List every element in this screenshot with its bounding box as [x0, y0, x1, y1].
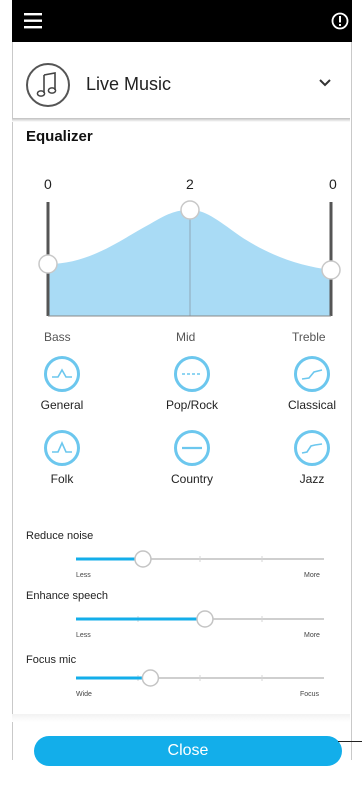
preset-general[interactable]: General	[22, 356, 102, 412]
equalizer-curve[interactable]	[0, 190, 362, 330]
eq-bass-handle	[38, 254, 58, 274]
slider-label-reduce-noise: Reduce noise	[26, 530, 94, 542]
slider-graphic	[76, 610, 324, 628]
preset-label: Folk	[50, 472, 74, 486]
slider-min-label: Less	[76, 572, 91, 579]
footer-shadow	[12, 714, 350, 722]
country-eq-icon	[174, 430, 210, 466]
top-bar	[12, 0, 352, 42]
info-icon[interactable]	[330, 11, 350, 31]
equalizer-title: Equalizer	[26, 128, 93, 145]
footer: Close	[12, 726, 350, 766]
preset-label: Country	[170, 472, 214, 486]
preset-label: Jazz	[299, 472, 325, 486]
slider-graphic	[76, 550, 324, 568]
slider-thumb	[196, 610, 214, 628]
eq-treble-handle	[321, 260, 341, 280]
slider-thumb	[134, 550, 152, 568]
slider-min-label: Wide	[76, 691, 92, 698]
preset-label: General	[40, 398, 84, 412]
band-mid: Mid	[176, 330, 196, 344]
preset-folk[interactable]: Folk	[22, 430, 102, 486]
eq-mid-handle	[180, 200, 200, 220]
slider-max-label: Focus	[300, 691, 320, 698]
music-note-icon	[26, 63, 70, 107]
band-bass: Bass	[44, 330, 71, 344]
enhance-speech-slider[interactable]	[74, 609, 326, 629]
slider-min-label: Less	[76, 632, 91, 639]
band-treble: Treble	[292, 330, 326, 344]
program-title: Live Music	[86, 74, 172, 94]
slider-max-label: More	[304, 632, 320, 639]
focus-mic-slider[interactable]	[74, 668, 326, 688]
preset-country[interactable]: Country	[152, 430, 232, 486]
preset-classical[interactable]: Classical	[272, 356, 352, 412]
classical-eq-icon	[294, 356, 330, 392]
hamburger-icon[interactable]	[24, 12, 44, 30]
preset-label: Classical	[287, 398, 336, 412]
close-button[interactable]: Close	[34, 736, 342, 766]
slider-label-focus-mic: Focus mic	[26, 654, 77, 666]
slider-graphic	[76, 669, 324, 687]
general-eq-icon	[44, 356, 80, 392]
slider-label-enhance-speech: Enhance speech	[26, 590, 108, 602]
program-selector[interactable]: Live Music	[12, 52, 350, 118]
preset-pop-rock[interactable]: Pop/Rock	[152, 356, 232, 412]
reduce-noise-slider[interactable]	[74, 549, 326, 569]
jazz-eq-icon	[294, 430, 330, 466]
preset-jazz[interactable]: Jazz	[272, 430, 352, 486]
folk-eq-icon	[44, 430, 80, 466]
pointer-line	[338, 741, 362, 742]
chevron-down-icon[interactable]	[318, 78, 332, 88]
divider	[12, 118, 350, 122]
slider-thumb	[141, 669, 160, 687]
pop-rock-eq-icon	[174, 356, 210, 392]
slider-max-label: More	[304, 572, 320, 579]
preset-label: Pop/Rock	[165, 398, 219, 412]
